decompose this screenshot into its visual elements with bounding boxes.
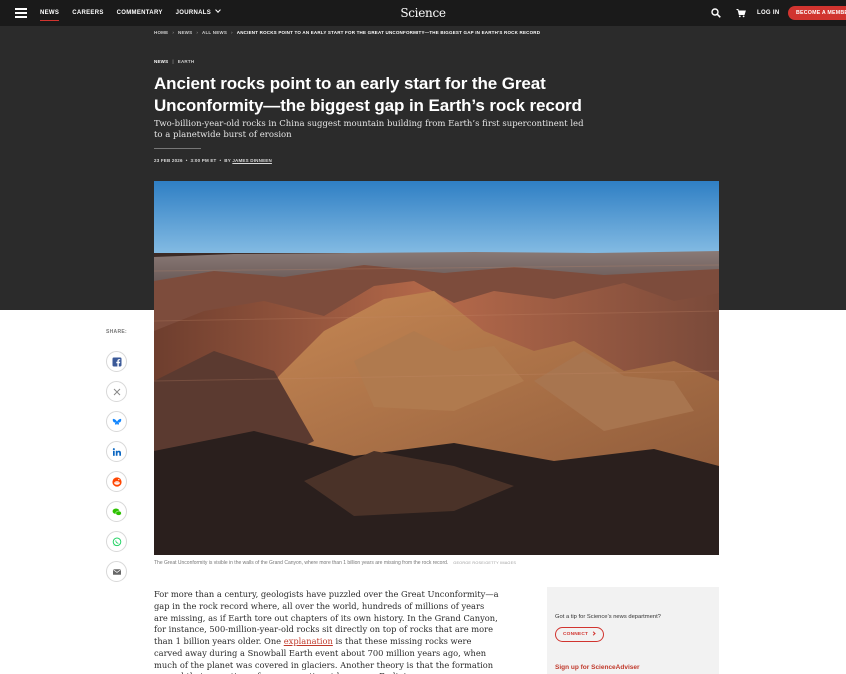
- share-linkedin-button[interactable]: [106, 441, 127, 462]
- share-x-button[interactable]: [106, 381, 127, 402]
- share-wechat-button[interactable]: [106, 501, 127, 522]
- image-caption-text: The Great Unconformity is visible in the…: [154, 560, 449, 566]
- section-tag-earth[interactable]: EARTH: [178, 59, 195, 64]
- share-facebook-button[interactable]: [106, 351, 127, 372]
- byline-by: BY: [224, 158, 231, 163]
- connect-button-label: CONNECT: [563, 632, 589, 637]
- wechat-icon: [112, 508, 122, 516]
- explanation-link[interactable]: explanation: [284, 636, 333, 646]
- publish-time: 3:00 PM ET: [190, 158, 217, 163]
- breadcrumb-all-news[interactable]: ALL NEWS: [202, 30, 227, 35]
- search-icon[interactable]: [711, 8, 721, 18]
- news-tip-sidebar: Got a tip for Science’s news department?…: [547, 587, 719, 674]
- share-bluesky-button[interactable]: [106, 411, 127, 432]
- email-icon: [112, 568, 121, 575]
- become-member-button[interactable]: BECOME A MEMBER: [788, 6, 846, 20]
- chevron-right-icon: [591, 630, 596, 636]
- author-link[interactable]: JAMES DINNEEN: [232, 158, 272, 163]
- cart-icon[interactable]: [736, 8, 746, 18]
- byline-dot: •: [185, 158, 188, 163]
- tag-separator: |: [172, 59, 174, 64]
- scienceadviser-signup-link[interactable]: Sign up for ScienceAdviser: [555, 664, 640, 671]
- breadcrumb-current: ANCIENT ROCKS POINT TO AN EARLY START FO…: [236, 30, 541, 35]
- login-link[interactable]: LOG IN: [757, 0, 779, 26]
- share-email-button[interactable]: [106, 561, 127, 582]
- byline: 23 FEB 2026 • 3:00 PM ET • BY JAMES DINNEEN: [154, 158, 272, 163]
- facebook-icon: [112, 357, 121, 367]
- section-tags: NEWS | EARTH: [154, 59, 194, 64]
- section-tag-news[interactable]: NEWS: [154, 59, 168, 64]
- connect-button[interactable]: CONNECT: [555, 627, 604, 642]
- image-credit: GEORGE ROSE/GETTY IMAGES: [453, 561, 517, 565]
- article-body: For more than a century, geologists have…: [154, 589, 499, 674]
- article-dek: Two-billion-year-old rocks in China sugg…: [154, 119, 584, 140]
- publish-date: 23 FEB 2026: [154, 158, 183, 163]
- x-icon: [113, 388, 120, 395]
- news-tip-text: Got a tip for Science’s news department?: [555, 614, 661, 620]
- breadcrumb-separator: ›: [196, 30, 199, 35]
- share-reddit-button[interactable]: [106, 471, 127, 492]
- reddit-icon: [111, 476, 122, 487]
- linkedin-icon: [112, 447, 121, 456]
- image-caption: The Great Unconformity is visible in the…: [154, 560, 516, 566]
- share-whatsapp-button[interactable]: [106, 531, 127, 552]
- breadcrumb-news[interactable]: NEWS: [178, 30, 192, 35]
- byline-dot: •: [219, 158, 222, 163]
- breadcrumb-separator: ›: [231, 30, 233, 35]
- whatsapp-icon: [112, 537, 121, 546]
- article-headline: Ancient rocks point to an early start fo…: [154, 74, 582, 115]
- hero-image-grand-canyon: [154, 181, 719, 555]
- dek-divider: [154, 148, 201, 149]
- bluesky-icon: [112, 418, 121, 425]
- breadcrumb-separator: ›: [172, 30, 175, 35]
- top-nav: NEWS CAREERS COMMENTARY JOURNALS Science…: [0, 0, 846, 26]
- breadcrumb: HOME › NEWS › ALL NEWS › ANCIENT ROCKS POINT T…: [154, 30, 540, 35]
- share-label: SHARE:: [106, 329, 127, 335]
- breadcrumb-home[interactable]: HOME: [154, 30, 168, 35]
